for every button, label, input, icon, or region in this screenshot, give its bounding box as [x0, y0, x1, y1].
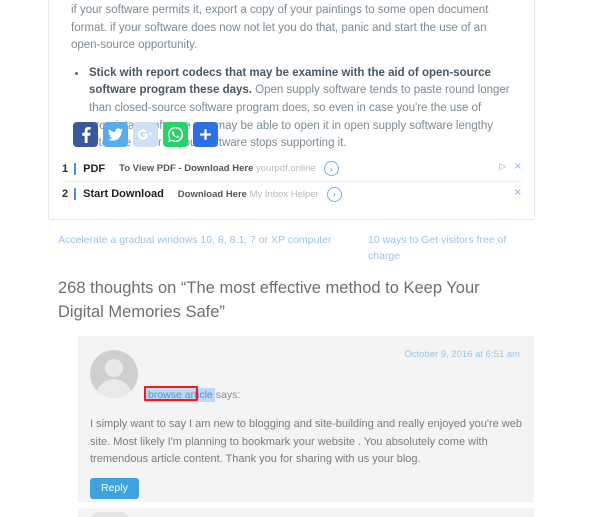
avatar-next [90, 512, 130, 517]
plus-icon [200, 129, 211, 140]
comment-card-next-body [78, 508, 534, 517]
twitter-share-button[interactable] [103, 122, 128, 147]
ad-row[interactable]: 1 PDF To View PDF - Download Here yourpd… [62, 156, 522, 181]
related-links: Accelerate a gradual windows 10, 8, 8.1,… [58, 232, 536, 264]
facebook-icon [81, 126, 91, 143]
avatar-head-shape [105, 359, 123, 377]
comment-text: I simply want to say I am new to bloggin… [90, 418, 522, 465]
ad-domain: yourpdf.online [256, 163, 316, 174]
ad-description: To View PDF - Download Here yourpdf.onli… [119, 163, 316, 174]
comment-author-line: browse article says: [146, 388, 240, 402]
related-link-right-wrap: 10 ways to Get visitors free of charge [368, 232, 536, 264]
related-link-left[interactable]: Accelerate a gradual windows 10, 8, 8.1,… [58, 232, 368, 248]
ad-description-strong: Download Here [177, 188, 247, 200]
google-plus-icon [138, 129, 152, 140]
social-share-row [73, 122, 218, 147]
ad-description-strong: To View PDF - Download Here [119, 163, 254, 174]
bullet-dot-icon [75, 71, 78, 75]
ad-number: 1 [62, 162, 69, 175]
article-paragraph: if your software permits it, export a co… [71, 4, 489, 52]
ad-close-button[interactable]: × [514, 161, 522, 172]
related-link-right[interactable]: 10 ways to Get visitors free of charge [368, 232, 536, 264]
comment-says-label: says: [215, 389, 241, 401]
avatar [90, 350, 138, 398]
ad-accent-bar [74, 162, 77, 175]
ad-arrow-button[interactable]: › [323, 161, 339, 176]
googleplus-share-button[interactable] [133, 122, 158, 147]
facebook-share-button[interactable] [73, 122, 98, 147]
ad-title[interactable]: Start Download [83, 188, 164, 200]
ad-block: 1 PDF To View PDF - Download Here yourpd… [62, 156, 522, 206]
ad-arrow-button[interactable]: › [326, 186, 342, 202]
comment-card-next [78, 508, 534, 517]
ad-description: Download Here My Inbox Helper [178, 189, 319, 200]
reply-button[interactable]: Reply [90, 478, 139, 499]
ad-close-button[interactable]: × [514, 187, 522, 198]
adchoices-icon[interactable]: ▷ [499, 161, 506, 172]
comment-card: October 9, 2016 at 6:51 am browse articl… [78, 336, 534, 502]
comment-author-link[interactable]: browse article [146, 388, 215, 402]
related-link-left-wrap: Accelerate a gradual windows 10, 8, 8.1,… [58, 232, 368, 264]
comments-heading: 268 thoughts on “The most effective meth… [58, 279, 480, 321]
ad-accent-bar [74, 188, 77, 200]
whatsapp-share-button[interactable] [163, 122, 188, 147]
ad-domain: My Inbox Helper [249, 188, 319, 200]
avatar-body-shape [96, 379, 132, 398]
whatsapp-icon [168, 127, 183, 142]
page-root: if your software permits it, export a co… [0, 0, 600, 517]
ad-number: 2 [62, 188, 69, 200]
twitter-icon [108, 128, 123, 141]
ad-title[interactable]: PDF [83, 163, 105, 175]
more-share-button[interactable] [193, 122, 218, 147]
ad-row[interactable]: 2 Start Download Download Here My Inbox … [62, 181, 522, 206]
comment-timestamp[interactable]: October 9, 2016 at 6:51 am [404, 349, 520, 360]
